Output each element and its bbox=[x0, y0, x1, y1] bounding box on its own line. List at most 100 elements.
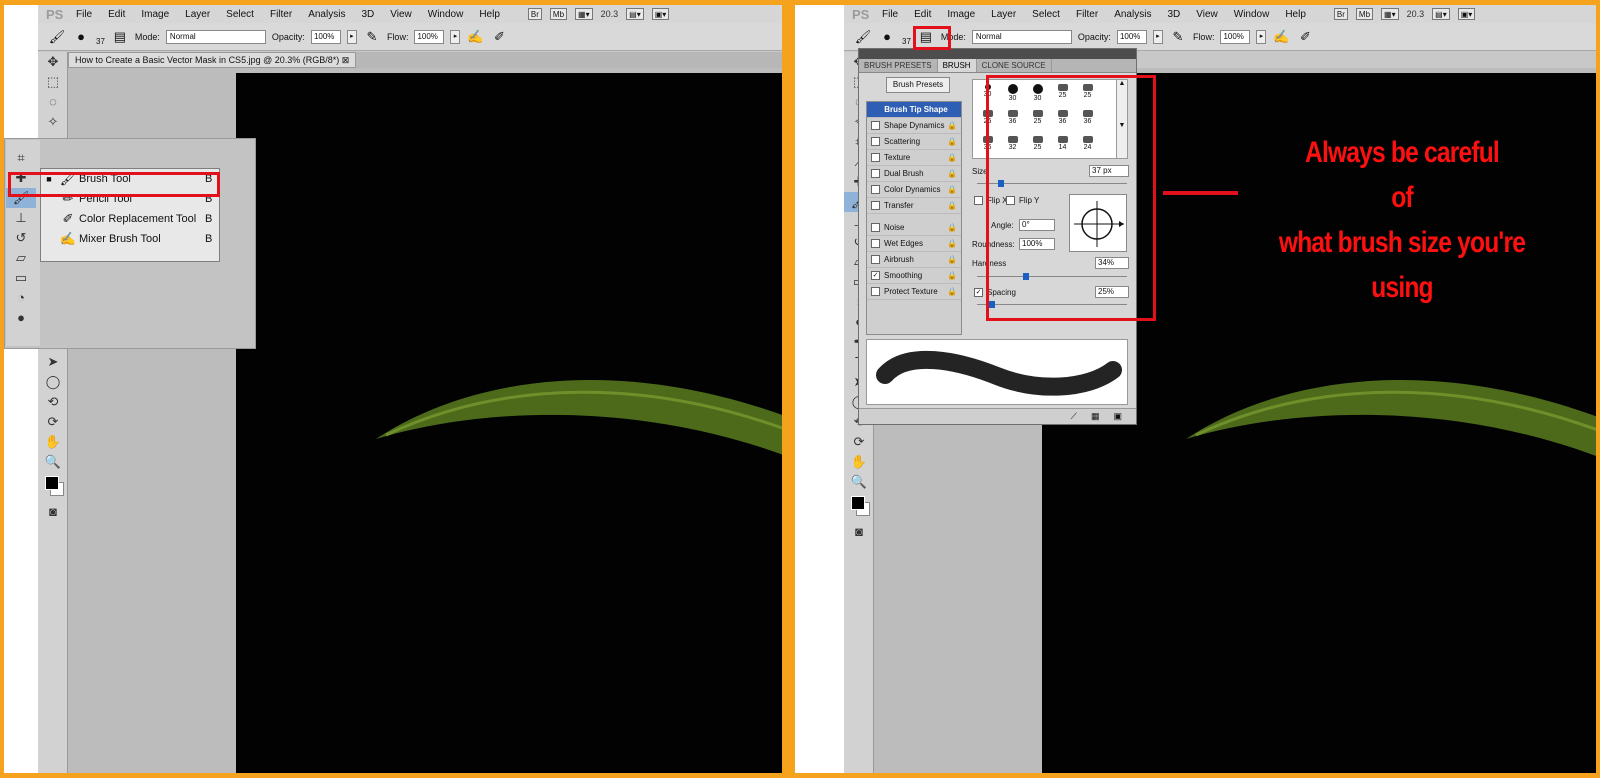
menu-layer[interactable]: Layer bbox=[983, 9, 1024, 20]
brush-setting-item[interactable]: Wet Edges 🔒 bbox=[867, 236, 961, 252]
lock-icon[interactable]: 🔒 bbox=[947, 287, 957, 296]
brush-setting-item[interactable]: ✓ Smoothing 🔒 bbox=[867, 268, 961, 284]
eraser-overlay-icon[interactable]: ▱ bbox=[6, 248, 36, 268]
stamp-overlay-icon[interactable]: ⊥ bbox=[6, 208, 36, 228]
ellipse-tool-icon[interactable]: ◯ bbox=[38, 372, 68, 392]
menu-help[interactable]: Help bbox=[471, 9, 508, 20]
view-extras-icon[interactable]: ▦▾ bbox=[1381, 8, 1399, 20]
menu-file[interactable]: File bbox=[68, 9, 100, 20]
brush-picker-icon[interactable]: ● bbox=[72, 29, 90, 45]
brush-setting-item[interactable]: Airbrush 🔒 bbox=[867, 252, 961, 268]
zoom-tool-icon[interactable]: 🔍 bbox=[38, 452, 68, 472]
lock-icon[interactable]: 🔒 bbox=[947, 169, 957, 178]
minibridge-button[interactable]: Mb bbox=[549, 8, 568, 20]
foreground-color-swatch[interactable] bbox=[851, 496, 865, 510]
screen-mode-icon[interactable]: ▣▾ bbox=[1457, 8, 1476, 20]
lock-icon[interactable]: 🔒 bbox=[947, 121, 957, 130]
view-extras-icon[interactable]: ▦▾ bbox=[575, 8, 593, 20]
tab-clone-source[interactable]: CLONE SOURCE bbox=[977, 59, 1052, 72]
pressure-size-icon[interactable]: ✐ bbox=[490, 29, 508, 45]
menu-window[interactable]: Window bbox=[1226, 9, 1278, 20]
zoom-level[interactable]: 20.3 bbox=[601, 9, 619, 19]
brush-tool-preset-icon[interactable]: 🖌 bbox=[48, 29, 66, 45]
tab-brush-presets[interactable]: BRUSH PRESETS bbox=[859, 59, 938, 72]
flow-input[interactable]: 100% bbox=[1220, 29, 1251, 44]
zoom-level[interactable]: 20.3 bbox=[1407, 9, 1425, 19]
crop-overlay-icon[interactable]: ⌗ bbox=[6, 148, 36, 168]
brush-setting-item[interactable]: Noise 🔒 bbox=[867, 220, 961, 236]
arrange-docs-icon[interactable]: ▤▾ bbox=[626, 8, 644, 20]
mode-select[interactable]: Normal bbox=[971, 29, 1072, 44]
new-preset-icon[interactable]: ▣ bbox=[1113, 411, 1122, 422]
menu-layer[interactable]: Layer bbox=[177, 9, 218, 20]
pressure-size-icon[interactable]: ✐ bbox=[1296, 29, 1314, 45]
color-swatches[interactable] bbox=[38, 472, 67, 502]
menu-edit[interactable]: Edit bbox=[906, 9, 939, 20]
tab-brush[interactable]: BRUSH bbox=[937, 59, 977, 72]
quick-mask-icon[interactable]: ◙ bbox=[844, 522, 874, 542]
lock-icon[interactable]: 🔒 bbox=[947, 271, 957, 280]
menu-3d[interactable]: 3D bbox=[353, 9, 382, 20]
setting-checkbox[interactable] bbox=[871, 255, 880, 264]
toggle-proof-icon[interactable]: ⟋ bbox=[1071, 411, 1077, 422]
menu-view[interactable]: View bbox=[382, 9, 420, 20]
gradient-overlay-icon[interactable]: ▭ bbox=[6, 268, 36, 288]
menu-file[interactable]: File bbox=[874, 9, 906, 20]
brush-panel-toggle-icon[interactable]: ▤ bbox=[111, 29, 129, 45]
3d-orbit-icon[interactable]: ⟳ bbox=[844, 432, 874, 452]
brush-setting-item[interactable]: Dual Brush 🔒 bbox=[867, 166, 961, 182]
3d-rotate-icon[interactable]: ⟲ bbox=[38, 392, 68, 412]
hand-tool-icon[interactable]: ✋ bbox=[844, 452, 874, 472]
menu-filter[interactable]: Filter bbox=[1068, 9, 1106, 20]
arrange-docs-icon[interactable]: ▤▾ bbox=[1432, 8, 1450, 20]
brush-setting-item[interactable]: Transfer 🔒 bbox=[867, 198, 961, 214]
setting-checkbox[interactable] bbox=[871, 201, 880, 210]
marquee-tool-icon[interactable]: ⬚ bbox=[38, 72, 68, 92]
bridge-button[interactable]: Br bbox=[1333, 8, 1348, 20]
panel-title-strip[interactable] bbox=[859, 49, 1136, 59]
setting-checkbox[interactable] bbox=[871, 223, 880, 232]
document-close-icon[interactable]: ⊠ bbox=[342, 55, 350, 65]
brush-setting-item[interactable]: Brush Tip Shape bbox=[867, 102, 961, 118]
brush-setting-item[interactable]: Texture 🔒 bbox=[867, 150, 961, 166]
pressure-opacity-icon[interactable]: ✎ bbox=[1169, 29, 1187, 45]
setting-checkbox[interactable] bbox=[871, 287, 880, 296]
document-canvas[interactable] bbox=[236, 73, 782, 773]
opacity-arrow-icon[interactable]: ▸ bbox=[346, 29, 357, 44]
brush-tool-preset-icon[interactable]: 🖌 bbox=[854, 29, 872, 45]
menu-help[interactable]: Help bbox=[1277, 9, 1314, 20]
screen-mode-icon[interactable]: ▣▾ bbox=[651, 8, 670, 20]
flyout-item-color-replacement[interactable]: ✐ Color Replacement Tool B bbox=[41, 209, 219, 229]
menu-window[interactable]: Window bbox=[420, 9, 472, 20]
setting-checkbox[interactable] bbox=[871, 169, 880, 178]
brush-picker-icon[interactable]: ● bbox=[878, 29, 896, 45]
mode-select[interactable]: Normal bbox=[165, 29, 266, 44]
opacity-input[interactable]: 100% bbox=[310, 29, 341, 44]
color-swatches[interactable] bbox=[844, 492, 873, 522]
opacity-input[interactable]: 100% bbox=[1116, 29, 1147, 44]
lock-icon[interactable]: 🔒 bbox=[947, 137, 957, 146]
blur-overlay-icon[interactable]: ◔ bbox=[6, 288, 36, 308]
pressure-opacity-icon[interactable]: ✎ bbox=[363, 29, 381, 45]
magic-wand-icon[interactable]: ✧ bbox=[38, 112, 68, 132]
brush-setting-item[interactable]: Color Dynamics 🔒 bbox=[867, 182, 961, 198]
quick-mask-icon[interactable]: ◙ bbox=[38, 502, 68, 522]
setting-checkbox[interactable]: ✓ bbox=[871, 271, 880, 280]
setting-checkbox[interactable] bbox=[871, 121, 880, 130]
menu-3d[interactable]: 3D bbox=[1159, 9, 1188, 20]
history-overlay-icon[interactable]: ↺ bbox=[6, 228, 36, 248]
document-tab[interactable]: How to Create a Basic Vector Mask in CS5… bbox=[68, 52, 357, 68]
menu-analysis[interactable]: Analysis bbox=[1106, 9, 1159, 20]
brush-setting-item[interactable]: Shape Dynamics 🔒 bbox=[867, 118, 961, 134]
bridge-button[interactable]: Br bbox=[527, 8, 542, 20]
lock-icon[interactable]: 🔒 bbox=[947, 185, 957, 194]
brush-setting-item[interactable]: Protect Texture 🔒 bbox=[867, 284, 961, 300]
grid-toggle-icon[interactable]: ▦ bbox=[1091, 411, 1100, 422]
zoom-tool-icon[interactable]: 🔍 bbox=[844, 472, 874, 492]
dodge-overlay-icon[interactable]: ● bbox=[6, 308, 36, 328]
hand-tool-icon[interactable]: ✋ bbox=[38, 432, 68, 452]
menu-select[interactable]: Select bbox=[1024, 9, 1068, 20]
brush-setting-item[interactable]: Scattering 🔒 bbox=[867, 134, 961, 150]
flow-arrow-icon[interactable]: ▸ bbox=[450, 29, 461, 44]
flow-arrow-icon[interactable]: ▸ bbox=[1256, 29, 1267, 44]
